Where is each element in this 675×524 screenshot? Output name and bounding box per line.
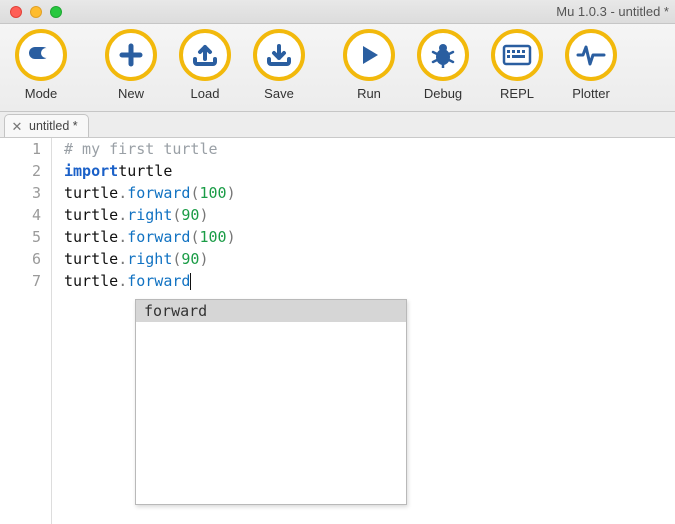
token-call: right bbox=[127, 206, 172, 224]
window-controls bbox=[0, 6, 62, 18]
token-call: forward bbox=[127, 228, 190, 246]
token-punc: ) bbox=[199, 250, 208, 268]
mode-label: Mode bbox=[25, 86, 58, 101]
titlebar: Mu 1.0.3 - untitled * bbox=[0, 0, 675, 24]
tab-untitled[interactable]: ✕ untitled * bbox=[4, 114, 89, 137]
token-id: turtle bbox=[64, 272, 118, 290]
line-number: 5 bbox=[0, 226, 51, 248]
token-comment: # my first turtle bbox=[64, 140, 218, 158]
debug-button[interactable]: Debug bbox=[406, 29, 480, 101]
token-punc: . bbox=[118, 228, 127, 246]
code-line[interactable]: turtle.forward(100) bbox=[64, 182, 675, 204]
line-number: 3 bbox=[0, 182, 51, 204]
minimize-window-button[interactable] bbox=[30, 6, 42, 18]
keyboard-icon bbox=[491, 29, 543, 81]
new-button[interactable]: New bbox=[94, 29, 168, 101]
token-punc: ) bbox=[199, 206, 208, 224]
zoom-window-button[interactable] bbox=[50, 6, 62, 18]
autocomplete-item[interactable]: forward bbox=[136, 300, 406, 322]
load-button[interactable]: Load bbox=[168, 29, 242, 101]
token-call: forward bbox=[127, 272, 190, 290]
token-punc: ( bbox=[172, 250, 181, 268]
code-line[interactable]: turtle.right(90) bbox=[64, 204, 675, 226]
pulse-icon bbox=[565, 29, 617, 81]
plotter-label: Plotter bbox=[572, 86, 610, 101]
line-number: 4 bbox=[0, 204, 51, 226]
save-button[interactable]: Save bbox=[242, 29, 316, 101]
mode-button[interactable]: Mode bbox=[4, 29, 78, 101]
gutter: 1234567 bbox=[0, 138, 52, 524]
line-number: 6 bbox=[0, 248, 51, 270]
line-number: 1 bbox=[0, 138, 51, 160]
token-kw: import bbox=[64, 162, 118, 180]
debug-label: Debug bbox=[424, 86, 462, 101]
token-punc: ) bbox=[227, 184, 236, 202]
repl-label: REPL bbox=[500, 86, 534, 101]
code-line[interactable]: turtle.forward(100) bbox=[64, 226, 675, 248]
token-num: 90 bbox=[181, 250, 199, 268]
plus-icon bbox=[105, 29, 157, 81]
run-button[interactable]: Run bbox=[332, 29, 406, 101]
autocomplete-popup[interactable]: forward bbox=[135, 299, 407, 505]
token-punc: . bbox=[118, 272, 127, 290]
toolbar: Mode New Load Save Run Debug bbox=[0, 24, 675, 112]
token-punc: ( bbox=[190, 228, 199, 246]
repl-button[interactable]: REPL bbox=[480, 29, 554, 101]
token-punc: . bbox=[118, 250, 127, 268]
token-num: 90 bbox=[181, 206, 199, 224]
line-number: 2 bbox=[0, 160, 51, 182]
token-id: turtle bbox=[64, 250, 118, 268]
code-line[interactable]: import turtle bbox=[64, 160, 675, 182]
token-num: 100 bbox=[199, 184, 226, 202]
code-editor[interactable]: 1234567 # my first turtleimport turtletu… bbox=[0, 138, 675, 524]
code-line[interactable]: # my first turtle bbox=[64, 138, 675, 160]
token-id: turtle bbox=[64, 228, 118, 246]
tabbar: ✕ untitled * bbox=[0, 112, 675, 138]
token-id: turtle bbox=[118, 162, 172, 180]
code-line[interactable]: turtle.forward bbox=[64, 270, 675, 292]
mode-icon bbox=[15, 29, 67, 81]
token-punc: . bbox=[118, 206, 127, 224]
token-num: 100 bbox=[199, 228, 226, 246]
upload-icon bbox=[179, 29, 231, 81]
save-label: Save bbox=[264, 86, 294, 101]
play-icon bbox=[343, 29, 395, 81]
token-id: turtle bbox=[64, 206, 118, 224]
tab-label: untitled * bbox=[29, 119, 78, 133]
window-title: Mu 1.0.3 - untitled * bbox=[556, 4, 669, 19]
download-icon bbox=[253, 29, 305, 81]
close-icon[interactable]: ✕ bbox=[11, 120, 23, 132]
token-call: right bbox=[127, 250, 172, 268]
token-punc: . bbox=[118, 184, 127, 202]
line-number: 7 bbox=[0, 270, 51, 292]
plotter-button[interactable]: Plotter bbox=[554, 29, 628, 101]
token-punc: ) bbox=[227, 228, 236, 246]
load-label: Load bbox=[191, 86, 220, 101]
token-punc: ( bbox=[190, 184, 199, 202]
bug-icon bbox=[417, 29, 469, 81]
close-window-button[interactable] bbox=[10, 6, 22, 18]
token-punc: ( bbox=[172, 206, 181, 224]
new-label: New bbox=[118, 86, 144, 101]
text-cursor bbox=[190, 273, 191, 290]
token-call: forward bbox=[127, 184, 190, 202]
code-line[interactable]: turtle.right(90) bbox=[64, 248, 675, 270]
run-label: Run bbox=[357, 86, 381, 101]
token-id: turtle bbox=[64, 184, 118, 202]
